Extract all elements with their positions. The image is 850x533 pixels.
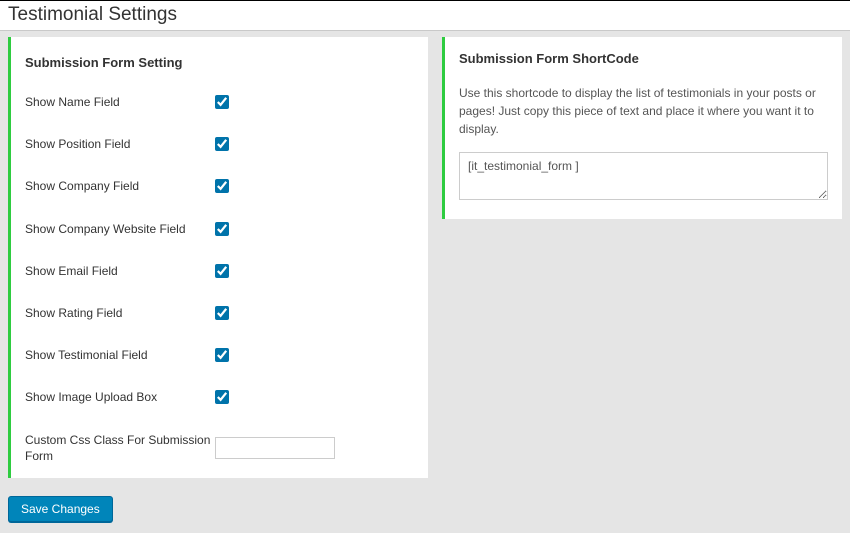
show-email-checkbox[interactable] [215,264,229,278]
show-company-website-checkbox[interactable] [215,222,229,236]
show-image-upload-checkbox[interactable] [215,390,229,404]
field-row-name: Show Name Field [25,94,414,110]
show-name-checkbox[interactable] [215,95,229,109]
show-rating-checkbox[interactable] [215,306,229,320]
submission-form-settings-panel: Submission Form Setting Show Name Field … [8,37,428,478]
page-header: Testimonial Settings [0,0,850,31]
custom-css-input[interactable] [215,437,335,459]
shortcode-textarea[interactable]: [it_testimonial_form ] [459,152,828,200]
field-label: Custom Css Class For Submission Form [25,432,215,464]
field-label: Show Email Field [25,263,215,279]
save-changes-button[interactable]: Save Changes [8,496,113,522]
shortcode-description: Use this shortcode to display the list o… [459,84,828,138]
field-label: Show Position Field [25,136,215,152]
field-label: Show Company Website Field [25,221,215,237]
field-row-custom-css: Custom Css Class For Submission Form [25,432,414,464]
field-row-position: Show Position Field [25,136,414,152]
field-row-company-website: Show Company Website Field [25,221,414,237]
field-row-company: Show Company Field [25,178,414,194]
field-row-rating: Show Rating Field [25,305,414,321]
content: Submission Form Setting Show Name Field … [0,31,850,486]
page-title: Testimonial Settings [8,4,842,26]
show-company-checkbox[interactable] [215,179,229,193]
show-position-checkbox[interactable] [215,137,229,151]
show-testimonial-checkbox[interactable] [215,348,229,362]
field-row-testimonial: Show Testimonial Field [25,347,414,363]
field-label: Show Company Field [25,178,215,194]
shortcode-panel: Submission Form ShortCode Use this short… [442,37,842,219]
field-label: Show Testimonial Field [25,347,215,363]
field-label: Show Image Upload Box [25,389,215,405]
panel-heading: Submission Form ShortCode [459,51,828,66]
field-label: Show Rating Field [25,305,215,321]
field-row-image-upload: Show Image Upload Box [25,389,414,405]
panel-heading: Submission Form Setting [25,55,414,70]
field-row-email: Show Email Field [25,263,414,279]
field-label: Show Name Field [25,94,215,110]
